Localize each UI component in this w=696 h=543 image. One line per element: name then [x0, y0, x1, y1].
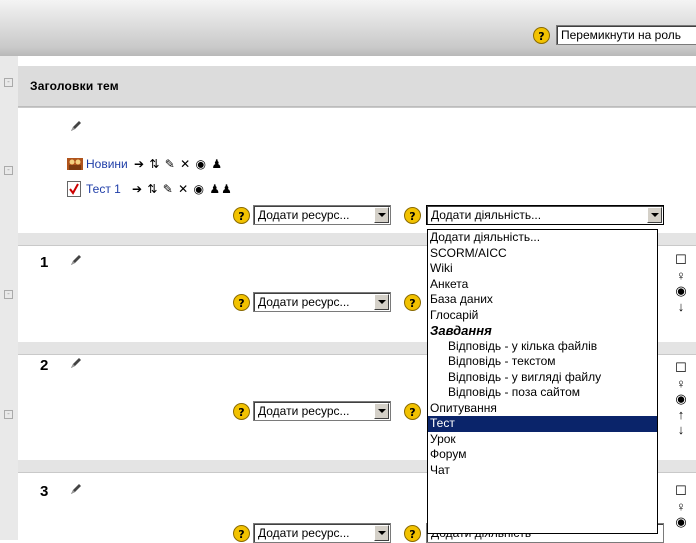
add-activity-label: Додати діяльність...: [431, 208, 542, 222]
test1-link[interactable]: Тест 1: [86, 182, 121, 196]
highlight-box-icon[interactable]: ☐: [672, 252, 690, 268]
dropdown-option[interactable]: Відповідь - у кілька файлів: [428, 339, 657, 355]
add-resource-select[interactable]: Додати ресурс...: [253, 292, 391, 312]
add-resource-label: Додати ресурс...: [258, 526, 350, 540]
help-icon[interactable]: ?: [233, 525, 250, 542]
news-controls[interactable]: ➔ ⇅ ✎ ✕ ◉ ♟: [134, 157, 223, 171]
collapse-icon[interactable]: -: [4, 290, 13, 299]
add-resource-select[interactable]: Додати ресурс...: [253, 205, 391, 225]
help-icon[interactable]: ?: [404, 525, 421, 542]
switch-role-select[interactable]: Перемикнути на роль: [556, 25, 696, 45]
bulb-icon[interactable]: ♀: [672, 499, 690, 514]
arrow-down-icon[interactable]: ↓: [672, 422, 690, 437]
dropdown-option[interactable]: SCORM/AICC: [428, 246, 657, 262]
add-resource-select[interactable]: Додати ресурс...: [253, 523, 391, 543]
edit-icon[interactable]: [70, 120, 82, 132]
collapse-icon[interactable]: -: [4, 78, 13, 87]
edit-icon[interactable]: [70, 357, 82, 369]
edit-icon[interactable]: [70, 254, 82, 266]
help-icon[interactable]: ?: [404, 207, 421, 224]
dropdown-option[interactable]: Відповідь - поза сайтом: [428, 385, 657, 401]
dropdown-option[interactable]: Опитування: [428, 401, 657, 417]
forum-icon: [67, 158, 83, 170]
topics-header: Заголовки тем: [18, 66, 696, 107]
section-1-controls[interactable]: ☐ ♀ ◉ ↓: [672, 252, 690, 314]
help-icon[interactable]: ?: [233, 207, 250, 224]
bulb-icon[interactable]: ♀: [672, 268, 690, 283]
dropdown-option[interactable]: Анкета: [428, 277, 657, 293]
eye-icon[interactable]: ◉: [672, 283, 690, 299]
section-3-controls[interactable]: ☐ ♀ ◉: [672, 483, 690, 530]
collapse-icon[interactable]: -: [4, 410, 13, 419]
collapse-icon[interactable]: -: [4, 166, 13, 175]
topics-header-title: Заголовки тем: [30, 79, 119, 93]
dropdown-option-selected[interactable]: Тест: [428, 416, 657, 432]
dropdown-option[interactable]: Форум: [428, 447, 657, 463]
chevron-down-icon[interactable]: [374, 403, 389, 419]
edit-icon[interactable]: [70, 483, 82, 495]
test1-controls[interactable]: ➔ ⇅ ✎ ✕ ◉ ♟♟: [132, 182, 233, 196]
help-icon[interactable]: ?: [404, 403, 421, 420]
highlight-box-icon[interactable]: ☐: [672, 483, 690, 499]
add-activity-select[interactable]: Додати діяльність...: [426, 205, 664, 225]
dropdown-option[interactable]: Чат: [428, 463, 657, 479]
switch-role-label: Перемикнути на роль: [561, 28, 681, 42]
add-resource-select[interactable]: Додати ресурс...: [253, 401, 391, 421]
activity-dropdown-list[interactable]: Додати діяльність... SCORM/AICC Wiki Анк…: [427, 229, 658, 534]
add-resource-label: Додати ресурс...: [258, 295, 350, 309]
chevron-down-icon[interactable]: [647, 207, 662, 223]
section-2-controls[interactable]: ☐ ♀ ◉ ↑ ↓: [672, 360, 690, 437]
dropdown-option[interactable]: Урок: [428, 432, 657, 448]
help-icon[interactable]: ?: [533, 27, 550, 44]
help-icon[interactable]: ?: [404, 294, 421, 311]
dropdown-option[interactable]: Відповідь - у вигляді файлу: [428, 370, 657, 386]
add-resource-label: Додати ресурс...: [258, 208, 350, 222]
chevron-down-icon[interactable]: [374, 207, 389, 223]
section-number: 2: [40, 357, 49, 374]
chevron-down-icon[interactable]: [374, 294, 389, 310]
section-number: 1: [40, 254, 49, 271]
bulb-icon[interactable]: ♀: [672, 376, 690, 391]
dropdown-option[interactable]: Wiki: [428, 261, 657, 277]
add-resource-label: Додати ресурс...: [258, 404, 350, 418]
arrow-up-icon[interactable]: ↑: [672, 407, 690, 422]
quiz-icon: [67, 181, 81, 197]
dropdown-option[interactable]: Додати діяльність...: [428, 230, 657, 246]
dropdown-group-label: Завдання: [430, 323, 492, 338]
eye-icon[interactable]: ◉: [672, 514, 690, 530]
chevron-down-icon[interactable]: [374, 525, 389, 541]
eye-icon[interactable]: ◉: [672, 391, 690, 407]
arrow-down-icon[interactable]: ↓: [672, 299, 690, 314]
help-icon[interactable]: ?: [233, 294, 250, 311]
dropdown-option[interactable]: База даних: [428, 292, 657, 308]
help-icon[interactable]: ?: [233, 403, 250, 420]
news-forum-link[interactable]: Новини: [86, 157, 128, 171]
dropdown-option[interactable]: Відповідь - текстом: [428, 354, 657, 370]
highlight-box-icon[interactable]: ☐: [672, 360, 690, 376]
dropdown-option[interactable]: Глосарій: [428, 308, 657, 324]
section-number: 3: [40, 483, 49, 500]
